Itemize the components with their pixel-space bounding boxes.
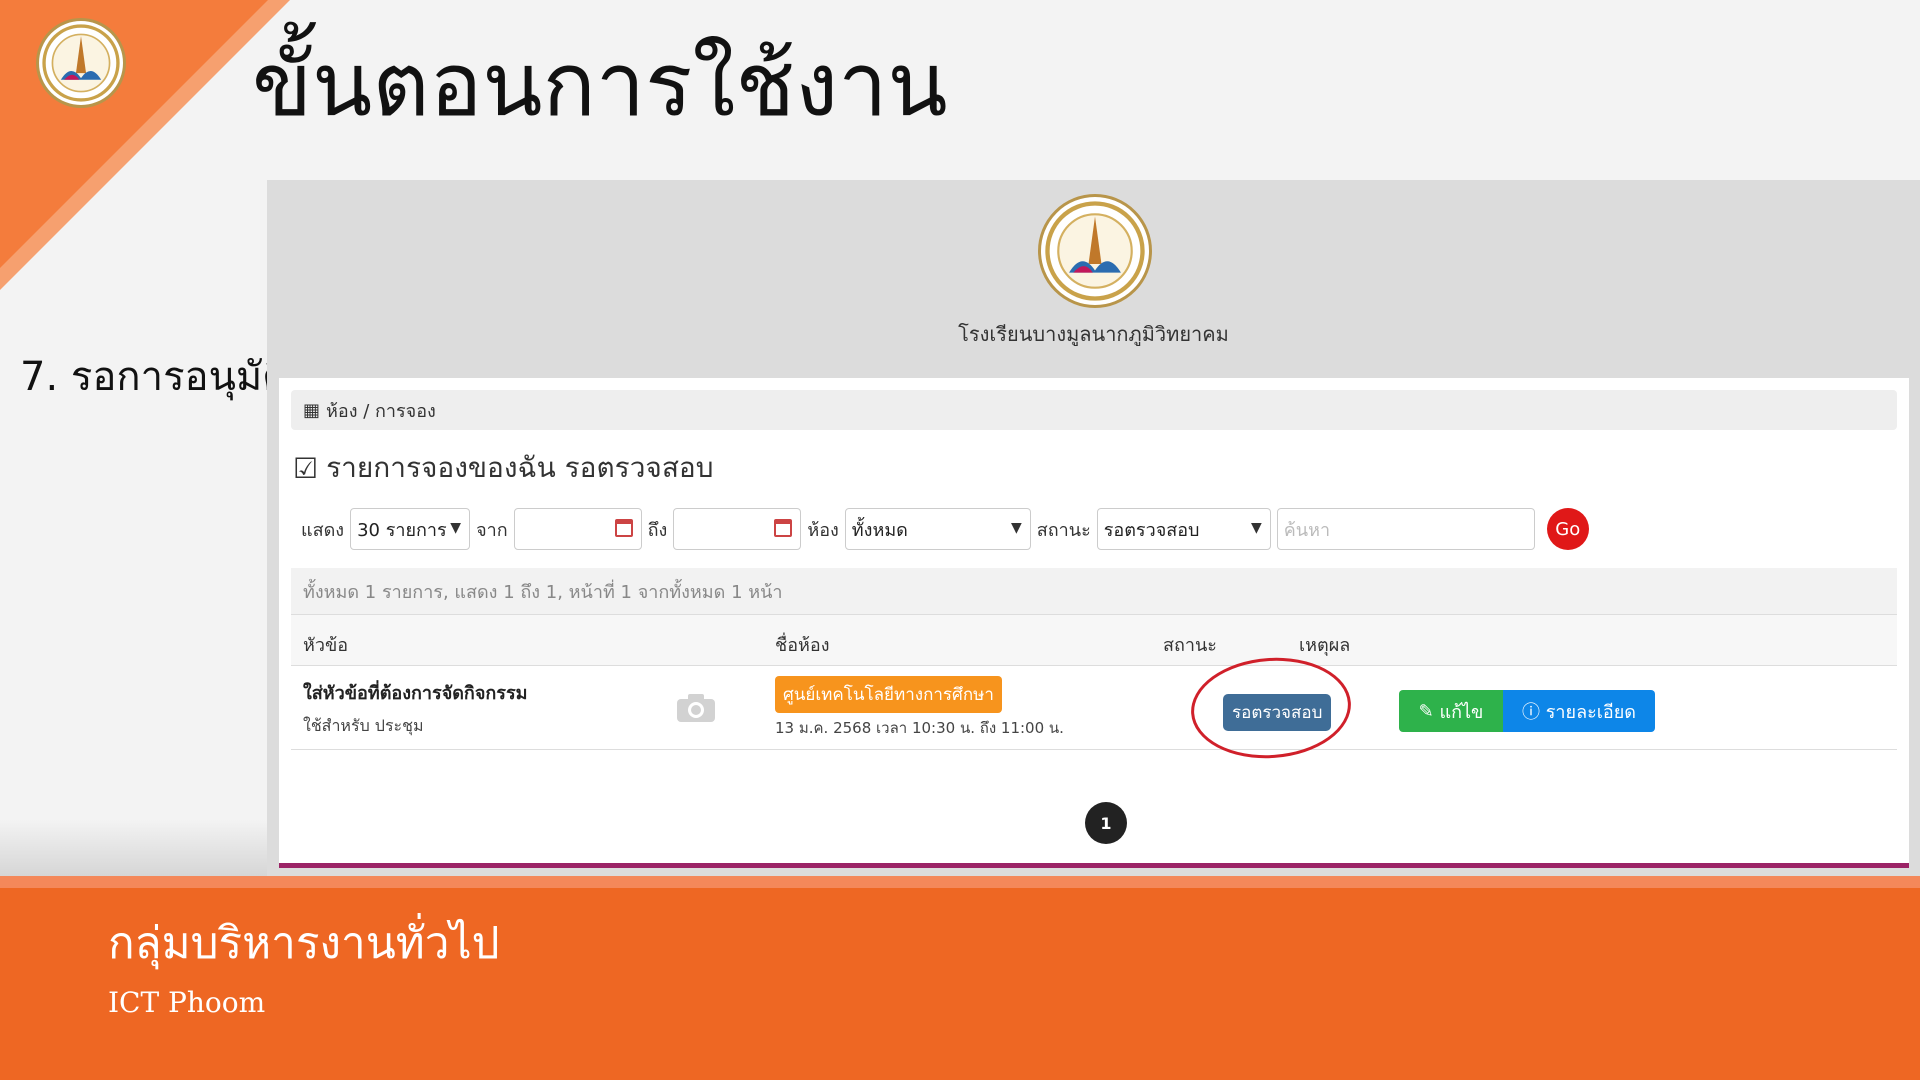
school-logo-icon [36,18,126,108]
room-label: ห้อง [807,519,839,541]
table-row: ใส่หัวข้อที่ต้องการจัดกิจกรรม ใช้สำหรับ … [291,652,1897,764]
school-logo-icon [1038,194,1152,308]
chevron-down-icon: ▼ [450,520,462,536]
slide-title: ขั้นตอนการใช้งาน [252,33,948,136]
breadcrumb-text[interactable]: ห้อง / การจอง [326,396,436,425]
edit-button[interactable]: ✎ แก้ไข [1399,690,1503,732]
chevron-down-icon: ▼ [1011,520,1022,536]
step-label: 7. รอการอนุมัติ [20,354,289,400]
column-header-topic: หัวข้อ [303,635,349,656]
footer: กลุ่มบริหารงานทั่วไป ICT Phoom [0,888,1920,1080]
to-date-input[interactable] [673,508,802,550]
show-count-select[interactable]: 30 รายการ ▼ [350,508,471,550]
booking-usage: ใช้สำหรับ ประชุม [303,716,424,735]
column-header-status: สถานะ [1163,635,1217,656]
status-label: สถานะ [1036,519,1091,541]
camera-icon[interactable] [675,692,717,724]
status-badge: รอตรวจสอบ [1223,694,1332,731]
page-heading: ☑ รายการจองของฉัน รอตรวจสอบ [293,446,714,490]
calendar-icon[interactable] [774,519,793,537]
school-name: โรงเรียนบางมูลนากภูมิวิทยาคม [958,322,1229,346]
footer-subtitle: ICT Phoom [108,986,266,1019]
divider-shade [0,820,267,876]
result-summary: ทั้งหมด 1 รายการ, แสดง 1 ถึง 1, หน้าที่ … [291,568,1897,614]
checklist-icon: ☑ [293,451,319,485]
search-input[interactable]: ค้นหา [1276,508,1535,550]
booking-card: ▦ ห้อง / การจอง ☑ รายการจองของฉัน รอตรวจ… [279,378,1909,868]
pencil-icon: ✎ [1418,700,1440,722]
screenshot-panel: โรงเรียนบางมูลนากภูมิวิทยาคม ▦ ห้อง / กา… [267,180,1920,885]
pagination-page-1[interactable]: 1 [1085,802,1127,844]
heading-text: รายการจองของฉัน รอตรวจสอบ [326,451,714,484]
show-label: แสดง [301,519,345,541]
calendar-icon: ▦ [303,399,321,421]
chevron-down-icon: ▼ [1250,520,1262,536]
breadcrumb: ▦ ห้อง / การจอง [291,390,1897,430]
table-header: หัวข้อ ชื่อห้อง สถานะ เหตุผล [291,614,1897,666]
column-header-room: ชื่อห้อง [775,635,830,656]
to-label: ถึง [647,519,668,541]
room-badge: ศูนย์เทคโนโลยีทางการศึกษา [775,676,1002,713]
from-date-input[interactable] [513,508,642,550]
booking-topic: ใส่หัวข้อที่ต้องการจัดกิจกรรม [303,683,528,704]
calendar-icon[interactable] [614,519,633,537]
from-label: จาก [476,519,508,541]
go-button[interactable]: Go [1546,508,1589,550]
info-icon: ⓘ [1522,702,1546,723]
filter-bar: แสดง 30 รายการ ▼ จาก ถึง ห้อง ทั้งหมด ▼ สถ… [301,508,1589,550]
footer-title: กลุ่มบริหารงานทั่วไป [108,918,500,969]
room-select[interactable]: ทั้งหมด ▼ [844,508,1031,550]
detail-button[interactable]: ⓘ รายละเอียด [1503,690,1655,732]
column-header-reason: เหตุผล [1299,635,1351,656]
booking-time: 13 ม.ค. 2568 เวลา 10:30 น. ถึง 11:00 น. [775,719,1064,737]
status-select[interactable]: รอตรวจสอบ ▼ [1096,508,1271,550]
footer-stripe [0,876,1920,888]
